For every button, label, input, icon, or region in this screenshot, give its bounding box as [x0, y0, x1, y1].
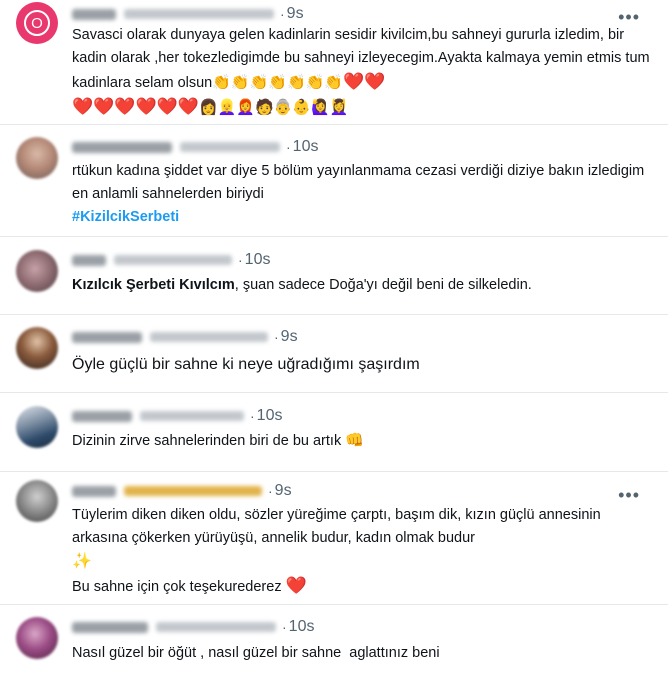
tweet-header: · 9s: [72, 481, 292, 501]
avatar[interactable]: [16, 327, 58, 369]
username[interactable]: [180, 142, 280, 152]
avatar[interactable]: [16, 250, 58, 292]
tweet-1[interactable]: O · 9s ••• Savasci olarak dunyaya gelen …: [0, 0, 668, 128]
tweet-2[interactable]: · 10s rtükun kadına şiddet var diye 5 bö…: [0, 125, 668, 233]
timestamp[interactable]: 9s: [281, 328, 298, 346]
timestamp[interactable]: 10s: [293, 138, 319, 156]
tweet-text: Dizinin zirve sahnelerinden biri de bu a…: [72, 429, 650, 453]
tweet-body-text: rtükun kadına şiddet var diye 5 bölüm ya…: [72, 163, 649, 202]
separator-dot: ·: [274, 329, 279, 345]
separator-dot: ·: [238, 252, 243, 268]
tweet-body-text: Tüylerim diken diken oldu, sözler yüreği…: [72, 507, 605, 546]
tweet-7[interactable]: · 10s Nasıl güzel bir öğüt , nasıl güzel…: [0, 605, 668, 699]
fist-emoji: 👊: [345, 432, 364, 449]
red-heart-emoji: ❤️❤️: [343, 72, 386, 91]
display-name[interactable]: [72, 621, 148, 633]
sparkles-emoji: ✨: [72, 553, 92, 570]
clapping-hands-emoji: 👏👏👏👏👏👏👏: [212, 74, 343, 91]
tweet-header: · 10s: [72, 137, 318, 157]
women-faces-emoji: 👩👱‍♀️👩‍🦰🧑👵👶🙋‍♀️💆‍♀️: [199, 99, 349, 116]
timestamp[interactable]: 10s: [245, 251, 271, 269]
tweet-text: Nasıl güzel bir öğüt , nasıl güzel bir s…: [72, 642, 650, 665]
display-name[interactable]: [72, 485, 116, 497]
separator-dot: ·: [282, 619, 287, 635]
tweet-header: · 9s: [72, 4, 304, 24]
tweet-body-text: , şuan sadece Doğa'yı değil beni de silk…: [234, 277, 532, 293]
username[interactable]: [124, 9, 274, 19]
display-name[interactable]: [72, 331, 142, 343]
tweet-3[interactable]: · 10s Kızılcık Şerbeti Kıvılcım, şuan sa…: [0, 237, 668, 315]
avatar-letter: O: [24, 10, 50, 36]
tweet-body-text: Dizinin zirve sahnelerinden biri de bu a…: [72, 433, 342, 449]
tweet-5[interactable]: · 10s Dizinin zirve sahnelerinden biri d…: [0, 393, 668, 469]
username[interactable]: [156, 622, 276, 632]
timestamp[interactable]: 9s: [275, 482, 292, 500]
tweet-text: Kızılcık Şerbeti Kıvılcım, şuan sadece D…: [72, 274, 650, 297]
more-options-icon[interactable]: •••: [618, 486, 640, 504]
red-heart-emoji: ❤️❤️❤️❤️❤️❤️: [72, 97, 200, 116]
timestamp[interactable]: 10s: [257, 407, 283, 425]
avatar[interactable]: [16, 137, 58, 179]
tweet-text: Öyle güçlü bir sahne ki neye uğradığımı …: [72, 353, 650, 376]
separator-dot: ·: [250, 408, 255, 424]
tweet-header: · 10s: [72, 617, 314, 637]
username[interactable]: [150, 332, 268, 342]
avatar[interactable]: O: [16, 2, 58, 44]
username[interactable]: [114, 255, 232, 265]
timestamp[interactable]: 9s: [287, 5, 304, 23]
red-heart-emoji: ❤️: [285, 576, 307, 595]
separator-dot: ·: [286, 139, 291, 155]
tweet-body-text: Nasıl güzel bir öğüt , nasıl güzel bir s…: [72, 645, 440, 661]
separator-dot: ·: [280, 6, 285, 22]
tweet-bold-text: Kızılcık Şerbeti Kıvılcım: [72, 277, 235, 293]
username[interactable]: [124, 486, 262, 496]
avatar[interactable]: [16, 480, 58, 522]
display-name[interactable]: [72, 141, 172, 153]
avatar[interactable]: [16, 617, 58, 659]
tweet-header: · 10s: [72, 250, 270, 270]
separator-dot: ·: [268, 483, 273, 499]
tweet-header: · 10s: [72, 406, 282, 426]
tweet-4[interactable]: · 9s Öyle güçlü bir sahne ki neye uğradı…: [0, 315, 668, 393]
tweet-body-text: Öyle güçlü bir sahne ki neye uğradığımı …: [72, 356, 420, 373]
hashtag-link[interactable]: #KizilcikSerbeti: [72, 209, 179, 225]
display-name[interactable]: [72, 410, 132, 422]
tweet-second-line: Bu sahne için çok teşekurederez: [72, 579, 282, 595]
tweet-text: Tüylerim diken diken oldu, sözler yüreği…: [72, 504, 647, 599]
tweet-text: Savasci olarak dunyaya gelen kadinlarin …: [72, 24, 650, 120]
avatar[interactable]: [16, 406, 58, 448]
tweet-6[interactable]: · 9s ••• Tüylerim diken diken oldu, sözl…: [0, 472, 668, 600]
timestamp[interactable]: 10s: [289, 618, 315, 636]
username[interactable]: [140, 411, 244, 421]
more-options-icon[interactable]: •••: [618, 8, 640, 26]
tweet-header: · 9s: [72, 327, 298, 347]
display-name[interactable]: [72, 254, 106, 266]
tweet-text: rtükun kadına şiddet var diye 5 bölüm ya…: [72, 160, 650, 229]
display-name[interactable]: [72, 8, 116, 20]
